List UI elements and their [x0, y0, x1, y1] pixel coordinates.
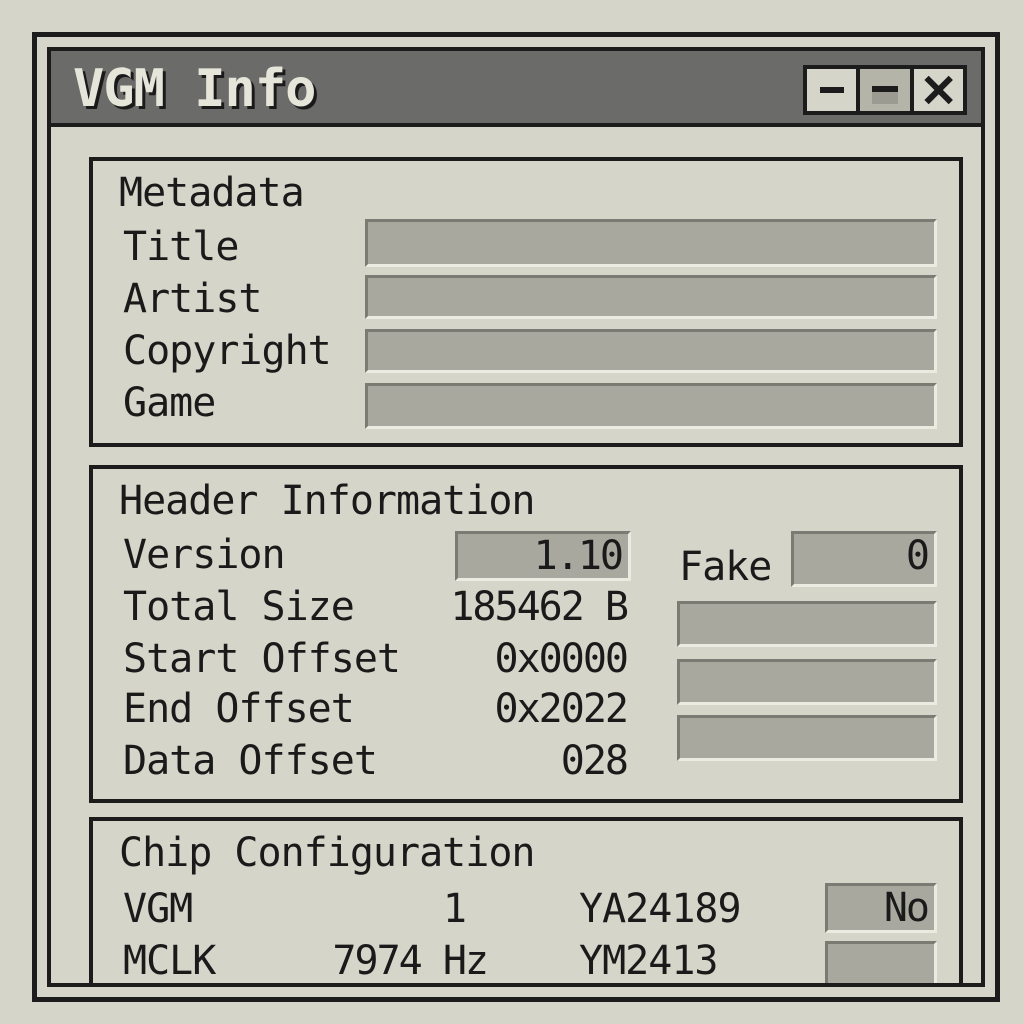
chip2-label: YM2413	[579, 938, 718, 984]
header-information-group: Header Information Version 1.10 Fake 0 T…	[89, 465, 963, 803]
artist-field[interactable]	[365, 275, 937, 319]
version-field[interactable]: 1.10	[455, 531, 631, 581]
window-client-frame: VGM Info Metadata Title Artist Copyright…	[47, 47, 985, 987]
vgm-info-window: VGM Info Metadata Title Artist Copyright…	[32, 32, 1000, 1002]
mclk-value: 7974 Hz	[332, 938, 489, 984]
fake-field[interactable]: 0	[791, 531, 937, 587]
maximize-button[interactable]	[860, 69, 914, 111]
chip2-field[interactable]	[825, 941, 937, 983]
minimize-icon	[819, 87, 844, 93]
mclk-label: MCLK	[123, 938, 216, 984]
end-offset-label: End Offset	[123, 686, 355, 732]
copyright-label: Copyright	[123, 328, 332, 374]
extra-field-1[interactable]	[677, 601, 937, 647]
title-label: Title	[123, 224, 239, 270]
start-offset-label: Start Offset	[123, 636, 401, 682]
window-controls	[803, 65, 967, 115]
minimize-button[interactable]	[807, 69, 861, 111]
total-size-value: 185462 B	[450, 584, 629, 630]
game-field[interactable]	[365, 383, 937, 429]
chip-configuration-group: Chip Configuration VGM 1 YA24189 No MCLK…	[89, 817, 963, 984]
title-bar[interactable]: VGM Info	[51, 51, 981, 127]
version-label: Version	[123, 532, 286, 578]
extra-field-2[interactable]	[677, 659, 937, 705]
total-size-label: Total Size	[123, 584, 355, 630]
close-button[interactable]	[913, 69, 963, 111]
header-information-title: Header Information	[119, 478, 535, 524]
artist-label: Artist	[123, 276, 262, 322]
fake-label: Fake	[679, 544, 772, 590]
maximize-icon	[871, 86, 898, 104]
window-title: VGM Info	[73, 59, 316, 119]
vgm-label: VGM	[123, 886, 193, 932]
chip-configuration-title: Chip Configuration	[119, 830, 535, 876]
vgm-value: 1	[442, 886, 467, 932]
chip1-label: YA24189	[579, 886, 742, 932]
data-offset-label: Data Offset	[123, 738, 378, 784]
title-field[interactable]	[365, 219, 937, 267]
game-label: Game	[123, 380, 216, 426]
data-offset-value: 028	[560, 738, 629, 784]
metadata-group-title: Metadata	[119, 170, 305, 216]
end-offset-value: 0x2022	[494, 686, 629, 732]
close-icon	[924, 75, 953, 105]
extra-field-3[interactable]	[677, 715, 937, 761]
metadata-group: Metadata Title Artist Copyright Game	[89, 157, 963, 447]
start-offset-value: 0x0000	[494, 636, 629, 682]
chip1-field[interactable]: No	[825, 883, 937, 933]
copyright-field[interactable]	[365, 329, 937, 373]
